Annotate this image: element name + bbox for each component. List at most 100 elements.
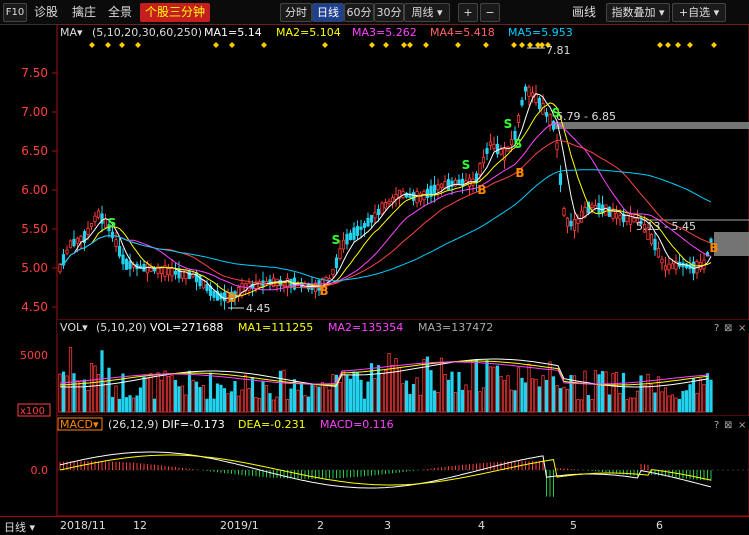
candle-body [625,215,629,222]
price-tick: 5.50 [21,222,48,236]
volume-bar [110,396,115,413]
volume-bar [632,397,636,413]
candle-body [663,265,668,271]
candle-body [65,249,69,254]
volume-bar [89,362,94,413]
event-marker [401,42,407,48]
minute3-button[interactable]: 个股三分钟 [140,3,210,22]
volume-bar [415,377,419,413]
candle-body [607,206,612,217]
volume-bar [628,397,633,413]
volume-bar [534,379,538,413]
volume-bar [625,399,629,413]
date-tick: 3 [384,519,391,532]
tab-daily[interactable]: 日线 [312,3,344,22]
volume-bar [348,378,353,413]
tab-intraday[interactable]: 分时 [280,3,312,22]
volume-bar [677,399,682,413]
volume-bar [492,366,496,413]
candle-body [166,268,171,276]
candle-body [366,217,370,227]
ma-dropdown[interactable]: MA▾ [60,26,83,39]
candle-body [184,269,188,280]
volume-bar [691,378,696,413]
period-dropdown[interactable]: 日线 ▾ [4,519,35,535]
price-tick: 6.00 [21,183,48,197]
volume-bar [187,370,192,413]
index-overlay-dropdown[interactable]: 指数叠加 ▾ [606,3,670,22]
top-toolbar: F10 诊股 擒庄 全景 个股三分钟 分时 日线 60分 30分 周线 ▾ + … [0,0,749,25]
volume-bar [341,370,346,413]
tab-60min[interactable]: 60分 [344,3,374,22]
settings-icon[interactable]: ⊠ [724,323,732,334]
watchlist-dropdown[interactable]: +自选 ▾ [672,3,726,22]
price-tick: 5.00 [21,261,48,275]
volume-bar [383,369,388,413]
volume-bar [359,379,363,413]
volume-bar [96,374,101,413]
volume-bar [502,380,507,413]
event-marker [105,42,111,48]
event-marker [455,42,461,48]
volume-bar [481,387,486,413]
settings-icon[interactable]: ⊠ [724,420,732,431]
volume-bar [124,397,129,413]
volume-bar [250,376,255,413]
volume-bar [541,375,545,413]
select-button[interactable]: 擒庄 [72,3,96,21]
candle-body [579,210,584,223]
volume-bar [516,367,521,413]
event-marker [407,42,413,48]
tab-weekly[interactable]: 周线 ▾ [404,3,450,22]
volume-bar [338,382,342,413]
volume-bar [450,371,454,413]
volume-bar [247,388,251,413]
volume-bar [411,383,416,413]
f10-button[interactable]: F10 [3,3,27,22]
buy-signal: B [477,183,486,197]
candle-body [618,215,622,220]
help-icon[interactable]: ? [714,323,719,334]
candle-body [492,143,496,149]
candle-body [499,149,503,155]
candle-body [110,231,115,239]
diagnose-button[interactable]: 诊股 [34,3,58,21]
volume-bar [509,389,514,413]
volume-bar [170,374,174,413]
volume-bar [667,395,671,413]
sell-signal: S [504,117,513,131]
volume-bar [544,379,549,413]
volume-bar [436,392,440,413]
candle-body [387,200,391,205]
panorama-button[interactable]: 全景 [108,3,132,21]
candle-body [614,212,619,219]
volume-bar [208,372,213,413]
volume-bar [513,390,517,413]
draw-line-button[interactable]: 画线 [572,3,596,21]
stock-chart[interactable]: 7.50 7.00 6.50 6.00 5.50 5.00 4.50 MA▾ (… [0,24,749,516]
candle-body [345,233,349,245]
candle-body [212,290,216,298]
close-icon[interactable]: × [738,323,746,334]
candle-body [362,223,367,228]
volume-bar [135,395,139,413]
candle-body [667,263,671,271]
event-marker [383,42,389,48]
candle-body [544,112,549,117]
help-icon[interactable]: ? [714,420,719,431]
panel-controls: ? ⊠ × ? ⊠ × [714,323,746,431]
volume-bar [313,385,318,413]
vol-dropdown[interactable]: VOL▾ [60,321,88,334]
zoom-out-button[interactable]: − [480,3,500,22]
candle-body [75,237,80,244]
volume-bar [653,392,657,413]
ma4-value: MA4=5.418 [430,26,495,39]
sell-signal: S [462,158,471,172]
volume-bar [107,367,111,413]
macd-dropdown[interactable]: MACD▾ [60,418,99,431]
volume-bar [597,374,601,413]
close-icon[interactable]: × [738,420,746,431]
trade-signals: SSSSSSB BBBB [108,106,719,305]
zoom-in-button[interactable]: + [458,3,478,22]
tab-30min[interactable]: 30分 [374,3,404,22]
